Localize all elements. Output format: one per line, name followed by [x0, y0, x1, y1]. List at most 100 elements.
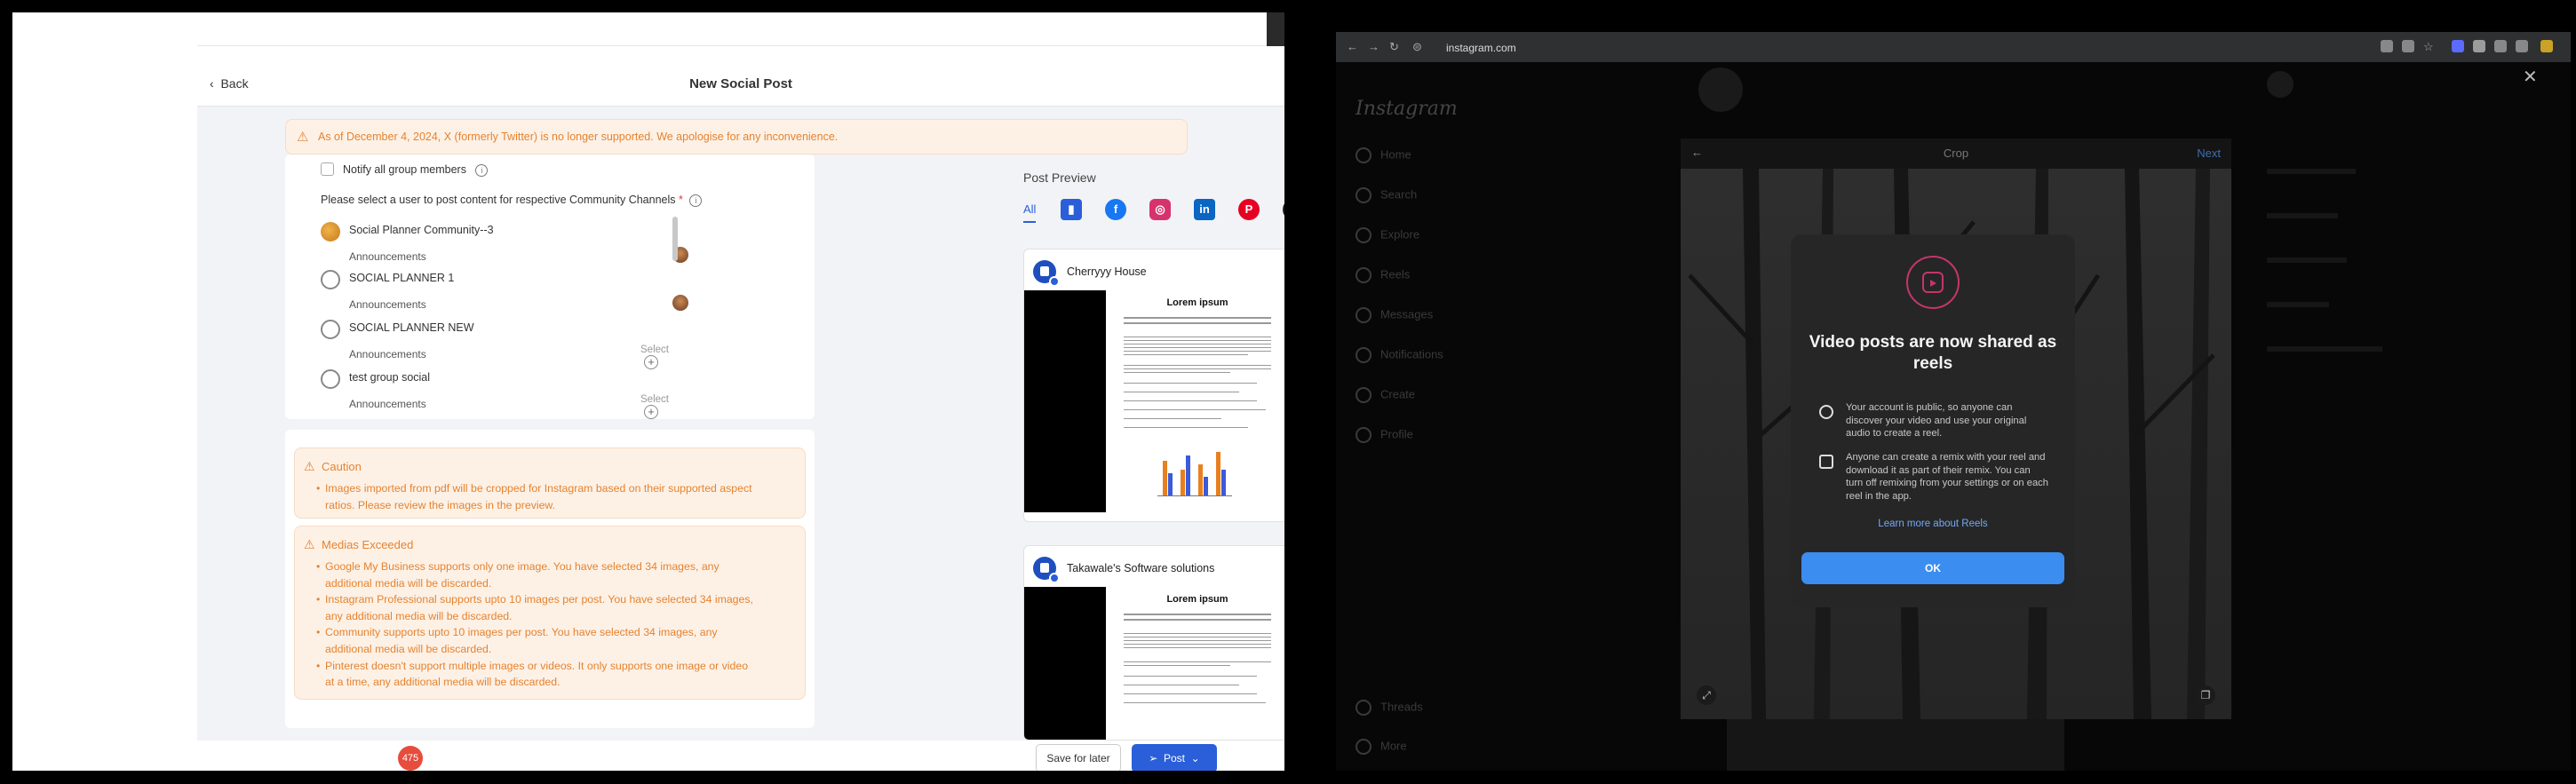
- nav-label: Home: [1380, 147, 1411, 162]
- medias-item: Instagram Professional supports upto 10 …: [316, 591, 753, 624]
- channel-sub: Announcements: [349, 250, 426, 263]
- nav-messages[interactable]: Messages: [1356, 307, 1433, 323]
- reload-icon[interactable]: ↻: [1389, 40, 1399, 54]
- browser-toolbar: ← → ↻ ⊜ instagram.com ☆: [1336, 32, 2571, 62]
- nav-explore[interactable]: Explore: [1356, 227, 1419, 243]
- nav-reels[interactable]: Reels: [1356, 267, 1410, 283]
- user-avatar[interactable]: [672, 295, 688, 311]
- channel-sub: Announcements: [349, 348, 426, 360]
- warnings-card: ⚠ Caution Images imported from pdf will …: [285, 430, 815, 728]
- group-user-icon: [321, 320, 340, 339]
- site-info-icon[interactable]: ⊜: [1412, 40, 1422, 54]
- nav-search[interactable]: Search: [1356, 187, 1417, 203]
- pinterest-icon[interactable]: P: [1238, 199, 1260, 220]
- address-bar[interactable]: instagram.com: [1434, 38, 2375, 58]
- suggestion-avatar[interactable]: [2267, 71, 2294, 98]
- profile-icon[interactable]: [2540, 40, 2553, 52]
- reels-icon: [1906, 256, 1960, 309]
- community-icon[interactable]: ✦: [1283, 199, 1284, 220]
- instagram-icon[interactable]: ◎: [1149, 199, 1171, 220]
- select-user-button[interactable]: Select+: [640, 344, 676, 369]
- notify-checkbox[interactable]: [321, 162, 334, 177]
- preview-image: Lorem ipsum: [1024, 290, 1284, 512]
- scrollbar-strip: [1267, 12, 1284, 46]
- gallery-icon[interactable]: ❐: [2196, 685, 2215, 705]
- post-button[interactable]: ➢ Post ⌄: [1132, 744, 1217, 771]
- public-globe-icon: [1819, 405, 1833, 419]
- save-for-later-button[interactable]: Save for later: [1036, 744, 1121, 771]
- info-icon[interactable]: i: [689, 194, 703, 207]
- nav-notifications[interactable]: Notifications: [1356, 347, 1443, 363]
- extension-icon[interactable]: [2473, 40, 2485, 52]
- nav-more[interactable]: More: [1356, 739, 1407, 755]
- nav-label: Messages: [1380, 307, 1434, 321]
- google-business-icon[interactable]: ▮: [1061, 199, 1082, 220]
- close-icon[interactable]: ✕: [2523, 66, 2538, 88]
- warning-icon: ⚠: [304, 537, 315, 551]
- caution-title: Caution: [322, 460, 362, 473]
- new-social-post-app: ‹ Back New Social Post ⚠ As of December …: [197, 12, 1284, 771]
- story-avatar[interactable]: [1698, 67, 1743, 112]
- linkedin-icon[interactable]: in: [1194, 199, 1215, 220]
- preview-card: Takawale's Software solutions ⋮ Lorem ip…: [1023, 545, 1284, 740]
- next-button[interactable]: Next: [2197, 147, 2221, 160]
- nav-create[interactable]: Create: [1356, 387, 1415, 403]
- facebook-icon[interactable]: f: [1105, 199, 1126, 220]
- channel-name: SOCIAL PLANNER NEW: [349, 321, 474, 334]
- remix-icon: [1819, 455, 1833, 469]
- plus-square-icon: [1356, 387, 1371, 403]
- puzzle-icon[interactable]: [2516, 40, 2528, 52]
- plus-icon: +: [644, 405, 658, 419]
- notification-badge[interactable]: 475: [398, 746, 423, 771]
- extension-icon[interactable]: [2452, 40, 2464, 52]
- prompt-text: Please select a user to post content for…: [321, 194, 676, 206]
- photo-overflow: [1727, 719, 2064, 771]
- back-arrow-icon[interactable]: ←: [1347, 40, 1358, 53]
- reels-info-dialog: Video posts are now shared as reels Your…: [1791, 234, 2075, 607]
- profile-avatar-icon: [1356, 427, 1371, 443]
- group-user-icon: [321, 270, 340, 289]
- messenger-icon: [1356, 307, 1371, 323]
- page-title: New Social Post: [689, 76, 792, 91]
- channel-name: SOCIAL PLANNER 1: [349, 272, 455, 284]
- caution-text: Images imported from pdf will be cropped…: [325, 482, 752, 495]
- social-post-window: ‹ Back New Social Post ⚠ As of December …: [12, 12, 1284, 771]
- forward-arrow-icon[interactable]: →: [1368, 40, 1379, 53]
- expand-icon[interactable]: ⤢: [1697, 685, 1716, 705]
- nav-label: Profile: [1380, 427, 1413, 441]
- medias-text: Pinterest doesn't support multiple image…: [325, 659, 749, 672]
- nav-profile[interactable]: Profile: [1356, 427, 1413, 443]
- nav-home[interactable]: Home: [1356, 147, 1411, 163]
- instagram-logo: Instagram: [1356, 98, 1458, 120]
- chevron-down-icon: ⌄: [1190, 752, 1200, 764]
- medias-item: Community supports upto 10 images per po…: [316, 624, 753, 657]
- channels-scrollbar[interactable]: [672, 217, 678, 261]
- extension-icon[interactable]: [2381, 40, 2393, 52]
- channel-name: Social Planner Community--3: [349, 224, 494, 236]
- preview-image: Lorem ipsum: [1024, 587, 1284, 740]
- heart-icon: [1356, 347, 1371, 363]
- top-bar: [197, 12, 1284, 46]
- nav-threads[interactable]: Threads: [1356, 700, 1423, 716]
- caution-text: ratios. Please review the images in the …: [325, 498, 556, 511]
- tab-all[interactable]: All: [1023, 202, 1037, 223]
- extension-icon[interactable]: [2494, 40, 2507, 52]
- send-icon: ➢: [1149, 752, 1158, 764]
- info-text: Your account is public, so anyone can di…: [1846, 402, 2027, 440]
- crop-header: ← Crop Next: [1681, 139, 2231, 169]
- select-user-button[interactable]: Select+: [640, 394, 676, 419]
- suggestions-panel: [2267, 169, 2533, 382]
- ok-button[interactable]: OK: [1801, 552, 2064, 584]
- medias-exceeded-box: ⚠ Medias Exceeded Google My Business sup…: [294, 526, 806, 700]
- nav-label: Notifications: [1380, 347, 1443, 361]
- notify-row[interactable]: Notify all group members i: [321, 162, 489, 178]
- learn-more-link[interactable]: Learn more about Reels: [1791, 519, 2075, 529]
- info-icon[interactable]: i: [475, 164, 489, 177]
- medias-text: any additional media will be discarded.: [325, 609, 513, 622]
- twitter-warning-banner: ⚠ As of December 4, 2024, X (formerly Tw…: [285, 119, 1188, 154]
- preview-card: Cherryyy House ⋮ Lorem ipsum: [1023, 249, 1284, 522]
- extension-icon[interactable]: [2402, 40, 2414, 52]
- channel-name: test group social: [349, 371, 431, 384]
- bookmark-star-icon[interactable]: ☆: [2423, 40, 2434, 54]
- select-user-prompt: Please select a user to post content for…: [321, 194, 703, 207]
